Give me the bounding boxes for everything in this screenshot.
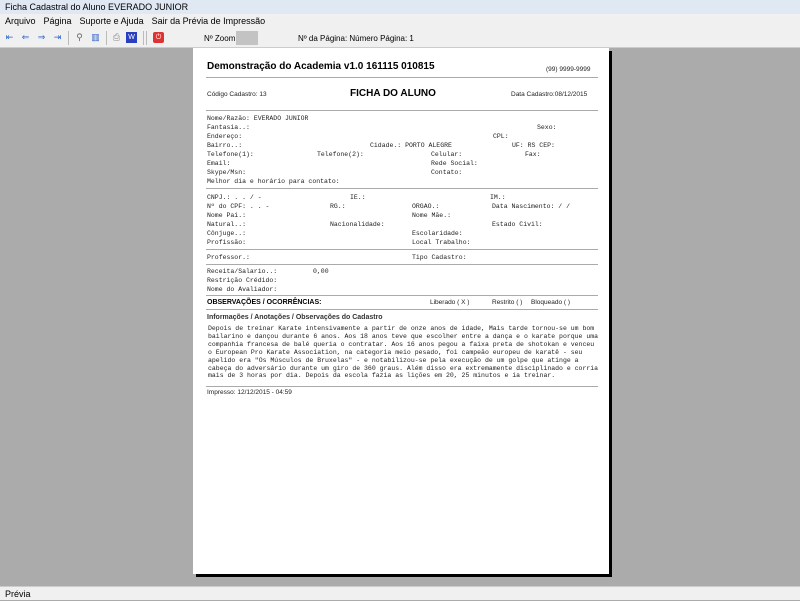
toolbar: ⇤ ⇐ ⇒ ⇥ ⚲ ▥ ⎙ W ⏻ Nº Zoom Nº da Página: … <box>0 28 800 48</box>
status-liberado: Liberado ( X ) <box>430 299 470 306</box>
divider <box>206 188 598 189</box>
field-restricao: Restrição Crédido: <box>207 277 278 284</box>
field-skype: Skype/Msn: <box>207 169 247 176</box>
status-bar: Prévia <box>0 586 800 600</box>
first-page-icon[interactable]: ⇤ <box>4 32 15 43</box>
field-orgao: ORGAO.: <box>412 203 440 210</box>
divider <box>206 264 598 265</box>
field-nacionalidade: Nacionalidade: <box>330 221 385 228</box>
observacoes-title: OBSERVAÇÕES / OCORRÊNCIAS: <box>207 299 322 306</box>
field-tel1: Telefone(1): <box>207 151 254 158</box>
field-receita-valor: 0,00 <box>313 268 329 275</box>
field-im: IM.: <box>490 194 506 201</box>
field-data-nascimento: Data Nascimento: / / <box>492 203 571 210</box>
company-title: Demonstração do Academia v1.0 161115 010… <box>207 61 435 72</box>
divider <box>206 386 598 387</box>
field-natural: Natural..: <box>207 221 247 228</box>
word-export-icon[interactable]: W <box>126 32 137 43</box>
zoom-label: Nº Zoom <box>204 34 236 43</box>
field-celular: Celular: <box>431 151 463 158</box>
field-cidade: Cidade.: PORTO ALEGRE <box>370 142 452 149</box>
menu-bar: Arquivo Página Suporte e Ajuda Sair da Prév… <box>0 14 800 28</box>
menu-pagina[interactable]: Página <box>44 16 72 26</box>
report-page: Demonstração do Academia v1.0 161115 010… <box>193 48 609 574</box>
divider <box>206 295 598 296</box>
divider <box>206 77 598 78</box>
field-nome: Nome/Razão: EVERADO JUNIOR <box>207 115 309 122</box>
field-endereco: Endereço: <box>207 133 243 140</box>
field-local-trabalho: Local Trabalho: <box>412 239 471 246</box>
field-cpl: CPL: <box>493 133 509 140</box>
info-title: Informações / Anotações / Observações do… <box>207 314 383 321</box>
field-contato: Contato: <box>431 169 463 176</box>
power-close-icon[interactable]: ⏻ <box>153 32 164 43</box>
field-rg: RG.: <box>330 203 346 210</box>
field-escolaridade: Escolaridade: <box>412 230 463 237</box>
field-nome-pai: Nome Pai.: <box>207 212 247 219</box>
impresso: Impresso: 12/12/2015 - 04:59 <box>207 389 292 396</box>
field-cpf: Nº do CPF: . . - <box>207 203 270 210</box>
field-uf: UF: RS CEP: <box>512 142 555 149</box>
status-restrito: Restrito ( ) <box>492 299 523 306</box>
notes-text: Depois de treinar Karate intensivamente … <box>208 325 599 380</box>
divider <box>206 309 598 310</box>
field-bairro: Bairro..: <box>207 142 243 149</box>
field-professor: Professor.: <box>207 254 250 261</box>
divider <box>206 249 598 250</box>
status-bloqueado: Bloqueado ( ) <box>531 299 571 306</box>
field-email: Email: <box>207 160 231 167</box>
prev-page-icon[interactable]: ⇐ <box>20 32 31 43</box>
field-avaliador: Nome do Avaliador: <box>207 286 278 293</box>
menu-sair[interactable]: Sair da Prévia de Impressão <box>152 16 266 26</box>
last-page-icon[interactable]: ⇥ <box>52 32 63 43</box>
book-view-icon[interactable]: ▥ <box>90 32 101 43</box>
field-estado-civil: Estado Civil: <box>492 221 543 228</box>
page-number-label: Nº da Página: Número Página: 1 <box>298 34 414 43</box>
phone: (99) 9999-9999 <box>546 66 591 73</box>
print-icon[interactable]: ⎙ <box>111 32 122 43</box>
divider <box>206 110 598 111</box>
field-profissao: Profissão: <box>207 239 247 246</box>
field-tipo-cadastro: Tipo Cadastro: <box>412 254 467 261</box>
field-fax: Fax: <box>525 151 541 158</box>
report-title: FICHA DO ALUNO <box>350 88 436 99</box>
zoom-icon[interactable]: ⚲ <box>74 32 85 43</box>
data-cadastro: Data Cadastro:08/12/2015 <box>511 91 588 98</box>
field-receita: Receita/Salario..: <box>207 268 278 275</box>
menu-suporte[interactable]: Suporte e Ajuda <box>80 16 144 26</box>
field-rede-social: Rede Social: <box>431 160 478 167</box>
field-nome-mae: Nome Mãe.: <box>412 212 452 219</box>
menu-arquivo[interactable]: Arquivo <box>5 16 36 26</box>
codigo-cadastro: Código Cadastro: 13 <box>207 91 267 98</box>
next-page-icon[interactable]: ⇒ <box>36 32 47 43</box>
field-sexo: Sexo: <box>537 124 557 131</box>
field-ie: IE.: <box>350 194 366 201</box>
field-conjuge: Cônjuge..: <box>207 230 247 237</box>
window-title: Ficha Cadastral do Aluno EVERADO JUNIOR <box>0 0 800 14</box>
field-fantasia: Fantasia..: <box>207 124 250 131</box>
field-cnpj: CNPJ.: . . / - <box>207 194 262 201</box>
field-tel2: Telefone(2): <box>317 151 364 158</box>
field-melhor-horario: Melhor dia e horário para contato: <box>207 178 340 185</box>
zoom-input[interactable] <box>236 31 258 45</box>
